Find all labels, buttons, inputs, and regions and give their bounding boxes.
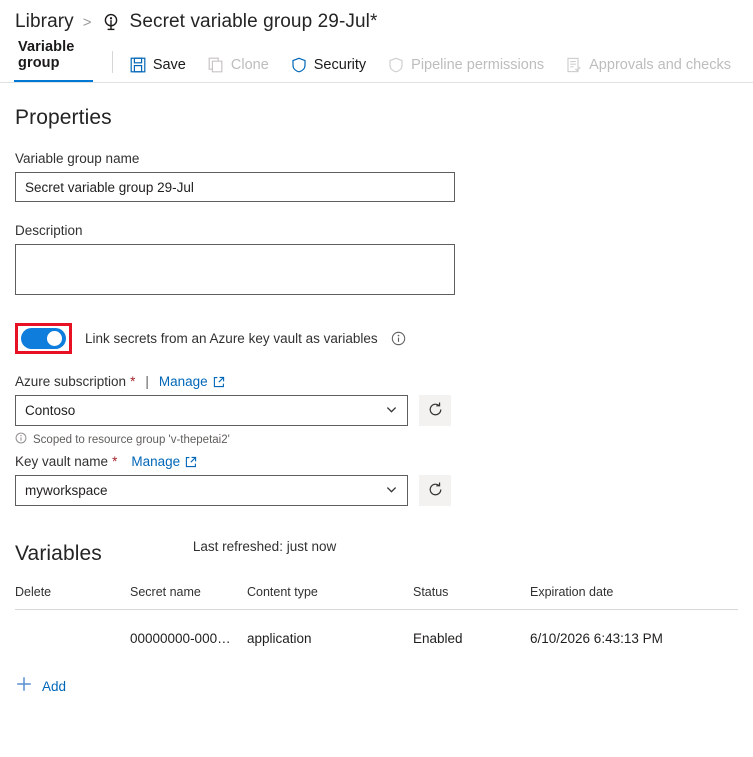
chevron-down-icon [385,403,398,419]
chevron-down-icon [385,483,398,499]
azure-subscription-value: Contoso [25,403,76,418]
column-header-status: Status [413,585,530,610]
approvals-and-checks-button: Approvals and checks [566,57,731,82]
link-secrets-label: Link secrets from an Azure key vault as … [85,330,378,346]
azure-subscription-dropdown[interactable]: Contoso [15,395,408,426]
clone-icon [208,57,224,73]
clone-button-label: Clone [230,57,269,73]
refresh-icon [427,401,444,421]
toolbar-divider [112,51,113,73]
security-button[interactable]: Security [291,57,366,82]
breadcrumb-separator: > [82,13,92,31]
required-marker: * [130,374,136,389]
external-link-icon[interactable] [185,456,197,468]
cell-status: Enabled [413,631,463,646]
save-icon [130,57,146,73]
column-header-expiration-date: Expiration date [530,585,738,610]
link-secrets-row: Link secrets from an Azure key vault as … [15,322,753,354]
pipeline-permissions-label: Pipeline permissions [411,57,545,73]
breadcrumb: Library > Secret variable group 29-Jul* [0,0,753,32]
variables-heading: Variables [15,542,102,565]
variable-group-icon [101,12,121,32]
save-button[interactable]: Save [130,57,186,82]
cell-secret-name: 00000000-000… [130,631,231,646]
refresh-subscription-button[interactable] [419,395,451,426]
refresh-icon [427,481,444,501]
checklist-icon [566,57,582,73]
manage-key-vault-link[interactable]: Manage [131,454,180,469]
refresh-key-vault-button[interactable] [419,475,451,506]
subscription-scope-note: Scoped to resource group 'v-thepetai2' [15,432,753,447]
toolbar: Variable group Save Clone Security Pipel… [0,39,753,83]
cell-delete[interactable] [15,610,130,647]
column-header-content-type: Content type [247,585,413,610]
security-button-label: Security [313,57,367,73]
approvals-and-checks-label: Approvals and checks [589,57,731,73]
page-title: Secret variable group 29-Jul* [129,11,378,32]
key-vault-label-row: Key vault name * Manage [15,454,753,469]
variable-group-name-input[interactable] [15,172,455,202]
external-link-icon[interactable] [213,376,225,388]
key-vault-dropdown[interactable]: myworkspace [15,475,408,506]
tab-variable-group[interactable]: Variable group [14,39,94,82]
toggle-knob [47,330,62,346]
link-secrets-highlight [15,322,72,354]
save-button-label: Save [152,57,186,73]
main-content: Properties Variable group name Descripti… [0,106,753,698]
azure-subscription-row: Contoso [15,395,753,426]
azure-subscription-label-row: Azure subscription * | Manage [15,374,753,389]
info-circle-icon[interactable] [391,331,406,346]
table-row[interactable]: 00000000-000… application Enabled 6/10/2… [15,610,738,647]
pipeline-permissions-button: Pipeline permissions [388,57,544,82]
plus-icon [15,675,33,698]
key-vault-value: myworkspace [25,483,108,498]
variables-table: Delete Secret name Content type Status E… [15,585,738,646]
breadcrumb-link-library[interactable]: Library [15,11,74,33]
clone-button: Clone [208,57,269,82]
azure-subscription-label: Azure subscription [15,374,127,389]
description-input[interactable] [15,244,455,295]
properties-heading: Properties [15,106,112,129]
shield-icon [388,57,404,73]
manage-subscription-link[interactable]: Manage [159,374,208,389]
variables-header-row: Variables Last refreshed: just now [15,539,753,566]
last-refreshed-text: Last refreshed: just now [192,539,337,554]
shield-icon [291,57,307,73]
label-separator: | [145,374,149,389]
add-variable-button[interactable]: Add [15,675,85,698]
variables-section: Variables Last refreshed: just now Delet… [15,539,753,698]
column-header-delete: Delete [15,585,130,610]
required-marker: * [112,454,118,469]
description-label: Description [15,223,83,238]
cell-content-type: application [247,631,312,646]
info-circle-icon [15,432,27,447]
variable-group-name-label: Variable group name [15,151,140,166]
key-vault-row: myworkspace [15,475,753,506]
subscription-scope-note-text: Scoped to resource group 'v-thepetai2' [33,433,230,446]
link-secrets-toggle[interactable] [21,327,66,349]
add-variable-label: Add [42,679,67,694]
table-header-row: Delete Secret name Content type Status E… [15,585,738,610]
cell-expiration-date: 6/10/2026 6:43:13 PM [530,631,663,646]
key-vault-label: Key vault name [15,454,109,469]
column-header-secret-name: Secret name [130,585,247,610]
